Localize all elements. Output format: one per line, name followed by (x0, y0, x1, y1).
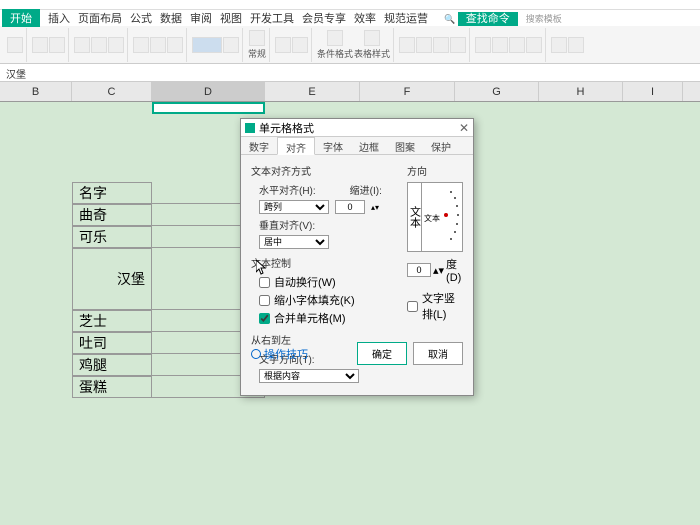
menu-member[interactable]: 会员专享 (302, 10, 346, 26)
name-box[interactable]: 汉堡 (0, 64, 700, 82)
bold-icon[interactable] (74, 37, 90, 53)
tab-font[interactable]: 字体 (315, 137, 351, 154)
col-head-F[interactable]: F (360, 82, 455, 101)
col-head-C[interactable]: C (72, 82, 152, 101)
col-head-H[interactable]: H (539, 82, 623, 101)
italic-icon[interactable] (91, 37, 107, 53)
format-cells-dialog: 单元格格式 ✕ 数字 对齐 字体 边框 图案 保护 文本对齐方式 水平对齐(H)… (240, 118, 474, 396)
align-right-icon[interactable] (167, 37, 183, 53)
menu-review[interactable]: 审阅 (190, 10, 212, 26)
v-align-label: 垂直对齐(V): (259, 217, 315, 232)
menu-insert[interactable]: 插入 (48, 10, 70, 26)
cell[interactable]: 鸡腿 (72, 354, 152, 376)
menu-data[interactable]: 数据 (160, 10, 182, 26)
col-icon[interactable] (492, 37, 508, 53)
tab-border[interactable]: 边框 (351, 137, 387, 154)
section-orientation: 方向 (407, 163, 463, 178)
direction-select[interactable]: 根据内容 (259, 369, 359, 383)
menu-start[interactable]: 开始 (2, 9, 40, 27)
ribbon-toolbar: 常规 条件格式表格样式 (0, 26, 700, 64)
wrap-icon[interactable] (223, 37, 239, 53)
h-align-select[interactable]: 跨列 (259, 200, 329, 214)
sum-icon[interactable] (399, 37, 415, 53)
fill-icon[interactable] (450, 37, 466, 53)
h-align-label: 水平对齐(H): (259, 182, 316, 197)
percent-icon[interactable] (292, 37, 308, 53)
degree-spinner[interactable] (407, 263, 431, 277)
merge-icon[interactable] (192, 37, 222, 53)
dialog-tabs: 数字 对齐 字体 边框 图案 保护 (241, 137, 473, 155)
sheet-icon[interactable] (509, 37, 525, 53)
cell[interactable]: 蛋糕 (72, 376, 152, 398)
dialog-title: 单元格格式 (259, 120, 314, 136)
indent-spinner[interactable] (335, 200, 365, 214)
menu-layout[interactable]: 页面布局 (78, 10, 122, 26)
tools-icon[interactable] (551, 37, 567, 53)
align-left-icon[interactable] (133, 37, 149, 53)
selection-box (152, 102, 265, 114)
close-icon[interactable]: ✕ (459, 121, 469, 135)
cell[interactable]: 可乐 (72, 226, 152, 248)
cut-icon[interactable] (32, 37, 48, 53)
sort-icon[interactable] (416, 37, 432, 53)
col-head-I[interactable]: I (623, 82, 683, 101)
filter-icon[interactable] (433, 37, 449, 53)
paste-icon[interactable] (7, 37, 23, 53)
menu-formula[interactable]: 公式 (130, 10, 152, 26)
v-align-select[interactable]: 居中 (259, 235, 329, 249)
tab-pattern[interactable]: 图案 (387, 137, 423, 154)
format-icon[interactable] (249, 30, 265, 46)
underline-icon[interactable] (108, 37, 124, 53)
cell[interactable]: 汉堡 (72, 248, 152, 310)
indent-label: 缩进(I): (350, 182, 400, 197)
info-icon (251, 349, 261, 359)
find-icon[interactable] (568, 37, 584, 53)
freeze-icon[interactable] (526, 37, 542, 53)
menu-spec[interactable]: 规范运营 (384, 10, 428, 26)
orientation-box[interactable]: 文本 文本 (407, 182, 463, 252)
cell[interactable]: 吐司 (72, 332, 152, 354)
table-style-icon[interactable] (364, 30, 380, 46)
cancel-button[interactable]: 取消 (413, 342, 463, 365)
col-head-E[interactable]: E (265, 82, 360, 101)
cell[interactable]: 名字 (72, 182, 152, 204)
tab-protect[interactable]: 保护 (423, 137, 459, 154)
row-icon[interactable] (475, 37, 491, 53)
menu-bar: 开始 插入 页面布局 公式 数据 审阅 视图 开发工具 会员专享 效率 规范运营… (0, 10, 700, 26)
col-head-D[interactable]: D (152, 82, 265, 101)
ok-button[interactable]: 确定 (357, 342, 407, 365)
tab-alignment[interactable]: 对齐 (277, 137, 315, 155)
tips-link[interactable]: 操作技巧 (251, 346, 308, 362)
menu-eff[interactable]: 效率 (354, 10, 376, 26)
tab-number[interactable]: 数字 (241, 137, 277, 154)
dialog-icon (245, 123, 255, 133)
stack-checkbox[interactable]: 文字竖排(L) (407, 290, 463, 322)
copy-icon[interactable] (49, 37, 65, 53)
col-head-G[interactable]: G (455, 82, 539, 101)
cell[interactable]: 曲奇 (72, 204, 152, 226)
menu-dev[interactable]: 开发工具 (250, 10, 294, 26)
dialog-titlebar[interactable]: 单元格格式 ✕ (241, 119, 473, 137)
degree-label: 度(D) (446, 256, 463, 284)
menu-view[interactable]: 视图 (220, 10, 242, 26)
cell[interactable]: 芝士 (72, 310, 152, 332)
col-head-B[interactable]: B (0, 82, 72, 101)
currency-icon[interactable] (275, 37, 291, 53)
cond-format-icon[interactable] (327, 30, 343, 46)
align-center-icon[interactable] (150, 37, 166, 53)
